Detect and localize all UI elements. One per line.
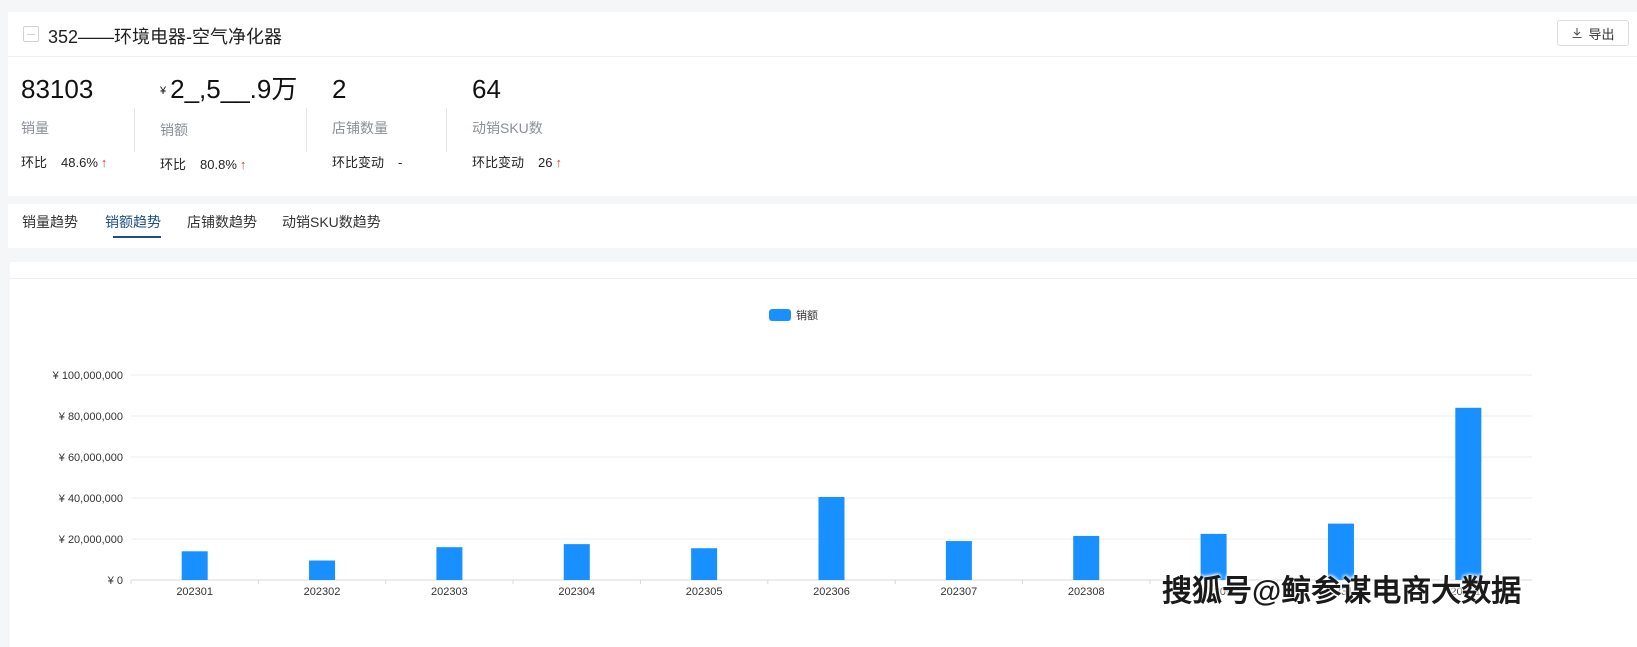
x-tick-label: 202308 (1068, 586, 1105, 598)
change-label: 环比变动 (472, 155, 525, 170)
divider (134, 108, 135, 152)
x-tick-label: 202307 (941, 586, 978, 598)
change-value: 80.8% (200, 157, 237, 173)
overview-card: 352——环境电器-空气净化器 导出 83103 销量 环比 48.6% ↑ ¥2_… (8, 12, 1637, 196)
legend-label: 销额 (796, 308, 818, 322)
bar (1073, 535, 1100, 580)
tab-sales-volume-trend[interactable]: 销量趋势 (22, 212, 78, 232)
change-label: 环比 (160, 157, 187, 173)
x-tick-label: 202303 (431, 586, 468, 598)
download-icon (1572, 28, 1582, 39)
bar (1455, 407, 1482, 580)
arrow-up-icon: ↑ (239, 157, 247, 173)
metric-label: 店铺数量 (332, 120, 388, 136)
tab-bar: 销量趋势 销额趋势 店铺数趋势 动销SKU数趋势 (8, 204, 1637, 248)
legend-swatch (769, 309, 791, 321)
y-tick-label: ¥ 80,000,000 (58, 411, 123, 423)
metric-label: 动销SKU数 (472, 120, 543, 136)
bar (309, 560, 336, 580)
metric-value: 64 (472, 74, 501, 104)
metric-value: ¥2_,5__.9万 (160, 74, 297, 106)
x-tick-label: 202305 (686, 586, 723, 598)
export-button[interactable]: 导出 (1557, 20, 1629, 46)
change-value: 48.6% (61, 155, 98, 170)
x-tick-label: 202302 (304, 586, 341, 598)
metric-label: 销量 (21, 120, 49, 136)
y-tick-label: ¥ 40,000,000 (58, 493, 123, 505)
divider (446, 108, 447, 152)
metric-change: 环比 80.8% ↑ (160, 154, 297, 173)
watermark: 搜狐号@鲸参谋电商大数据 (1162, 575, 1522, 608)
export-label: 导出 (1588, 26, 1615, 42)
page-title: 352——环境电器-空气净化器 (48, 27, 283, 47)
metric-sales-amount: ¥2_,5__.9万 销额 环比 80.8% ↑ (160, 74, 297, 186)
metric-value-text: 2_,5__.9万 (170, 74, 298, 104)
metric-value: 83103 (21, 74, 94, 104)
y-tick-label: ¥ 100,000,000 (52, 370, 123, 382)
metric-label: 销额 (160, 122, 188, 139)
x-tick-label: 202304 (558, 586, 595, 598)
category-icon (23, 26, 39, 42)
metric-change: 环比 48.6% ↑ (21, 152, 107, 171)
tab-store-count-trend[interactable]: 店铺数趋势 (187, 212, 257, 232)
bar (563, 544, 590, 580)
metric-sales-volume: 83103 销量 环比 48.6% ↑ (21, 74, 107, 186)
divider (306, 108, 307, 152)
y-tick-label: ¥ 20,000,000 (58, 534, 123, 546)
active-tab-indicator (113, 236, 161, 238)
title-row: 352——环境电器-空气净化器 导出 (8, 12, 1637, 57)
change-value: - (398, 155, 403, 170)
tab-sales-amount-trend[interactable]: 销额趋势 (105, 212, 161, 232)
bar (945, 541, 972, 580)
metric-store-count: 2 店铺数量 环比变动 - (332, 74, 402, 186)
tab-sku-count-trend[interactable]: 动销SKU数趋势 (282, 212, 381, 232)
metric-change: 环比变动 26 ↑ (472, 152, 562, 171)
arrow-up-icon: ↑ (100, 155, 108, 170)
change-label: 环比 (21, 155, 48, 170)
y-tick-label: ¥ 0 (107, 575, 123, 587)
bar (818, 496, 845, 580)
bar (436, 547, 463, 580)
bar (691, 548, 718, 580)
x-tick-label: 202301 (176, 586, 213, 598)
y-tick-label: ¥ 60,000,000 (58, 452, 123, 464)
x-tick-label: 202306 (813, 586, 850, 598)
change-value: 26 (538, 155, 553, 170)
metric-value: 2 (332, 74, 347, 104)
change-label: 环比变动 (332, 155, 385, 170)
bar (181, 551, 208, 580)
metric-sku-count: 64 动销SKU数 环比变动 26 ↑ (472, 74, 562, 186)
currency-symbol: ¥ (160, 85, 167, 98)
arrow-up-icon: ↑ (555, 155, 562, 170)
metric-change: 环比变动 - (332, 152, 402, 171)
